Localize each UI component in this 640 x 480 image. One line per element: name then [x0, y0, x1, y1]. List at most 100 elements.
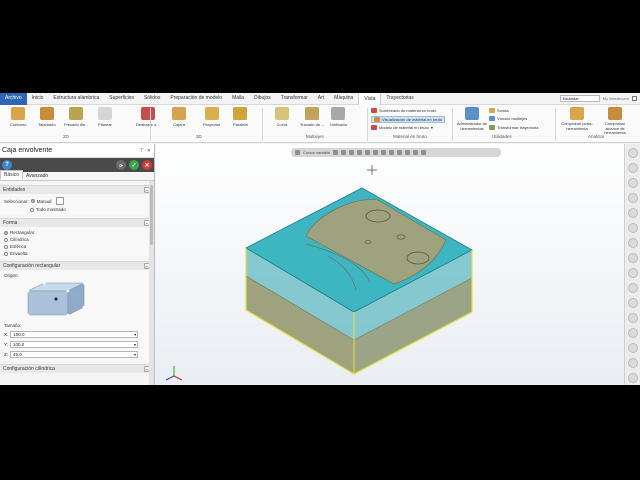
view-tool-icon[interactable]: [627, 208, 638, 218]
help-circle-icon[interactable]: ?: [2, 160, 12, 170]
menu-item-6[interactable]: Malla: [227, 93, 249, 105]
help-icon[interactable]: [632, 96, 637, 101]
ribbon-button-5[interactable]: Cajera: [172, 107, 186, 127]
multiaxis-link-item[interactable]: Vínculo multiejes: [489, 116, 527, 121]
shape-radio[interactable]: [4, 237, 8, 242]
menu-item-11[interactable]: Vista: [358, 93, 382, 105]
tab-avanzado[interactable]: Avanzado: [23, 172, 51, 180]
ribbon-button-label: Curva: [276, 122, 288, 127]
view-tool-icon[interactable]: [627, 223, 638, 233]
view-tool-icon[interactable]: [627, 163, 638, 173]
shape-radio[interactable]: [4, 230, 8, 235]
shape-option[interactable]: Envuelta: [4, 250, 150, 257]
ribbon-button-label: Cajera: [173, 122, 185, 127]
ribbon-separator: [452, 108, 453, 141]
probe-icon: [489, 108, 495, 113]
transform-toolpath-item[interactable]: Transformar trayectoria: [489, 125, 538, 130]
select-entities-icon[interactable]: [55, 197, 64, 205]
view-tool-icon[interactable]: [627, 253, 638, 263]
cancel-icon[interactable]: ✕: [142, 160, 152, 170]
ribbon-button-2[interactable]: Fresado din...: [64, 107, 88, 127]
pin-icon[interactable]: ⊤: [139, 148, 143, 154]
shape-option[interactable]: Cilíndrica: [4, 236, 150, 243]
stock-model-label: Modelo de material en bruto: [379, 125, 429, 130]
ribbon-button-10[interactable]: Unificada: [330, 107, 347, 127]
view-tool-icon[interactable]: [627, 268, 638, 278]
shape-radio[interactable]: [4, 251, 8, 256]
model-scene[interactable]: [156, 144, 624, 385]
origin-box-icon[interactable]: [24, 279, 88, 319]
stock-model-item[interactable]: Modelo de material en bruto ▾: [371, 125, 433, 130]
menu-item-12[interactable]: Trayectorias: [381, 93, 418, 105]
menu-item-10[interactable]: Máquina: [329, 93, 358, 105]
dropdown-arrow-icon[interactable]: ▾: [134, 352, 136, 358]
menubar-right: Estándar My Mastercam: [559, 95, 640, 102]
ribbon-button-1[interactable]: Taladrado: [38, 107, 56, 127]
menu-item-8[interactable]: Transformar: [276, 93, 313, 105]
view-tool-icon[interactable]: [627, 373, 638, 383]
config-combo[interactable]: Estándar: [559, 95, 600, 102]
view-tool-icon[interactable]: [627, 358, 638, 368]
menu-item-7[interactable]: Dibujos: [249, 93, 276, 105]
size-input[interactable]: 45.0 ▾: [10, 350, 138, 358]
tab-basico[interactable]: Básico: [0, 170, 24, 180]
menu-item-9[interactable]: Art: [313, 93, 329, 105]
all-shown-radio[interactable]: [30, 207, 34, 212]
refresh-icon[interactable]: ⟳: [116, 160, 126, 170]
ribbon-button-11[interactable]: Administrador de herramientas: [455, 107, 489, 131]
size-input[interactable]: 100.0 ▾: [10, 340, 139, 348]
dropdown-arrow-icon[interactable]: ▾: [134, 332, 136, 338]
manual-radio[interactable]: [30, 199, 35, 203]
scrollbar-thumb[interactable]: [150, 185, 153, 245]
stock-display-item[interactable]: Visualización de material en bruto: [371, 116, 445, 123]
ribbon-button-6[interactable]: Proyectar: [203, 107, 220, 127]
view-tool-icon[interactable]: [627, 298, 638, 308]
ribbon-button-9[interactable]: Trazado de ...: [300, 107, 325, 127]
origin-row: Origen:: [4, 272, 150, 279]
ok-icon[interactable]: ✓: [129, 160, 139, 170]
section-rect[interactable]: Configuración rectangular ︿: [0, 261, 154, 270]
menu-item-1[interactable]: Inicio: [27, 93, 49, 105]
size-row: Tamaño:: [4, 322, 150, 329]
view-tool-icon[interactable]: [627, 328, 638, 338]
menu-item-0[interactable]: Archivo: [0, 93, 27, 105]
shape-option[interactable]: Rectangular: [4, 229, 150, 236]
view-tool-icon[interactable]: [627, 283, 638, 293]
transform-toolpath-label: Transformar trayectoria: [497, 125, 539, 130]
ribbon-button-4[interactable]: Desbaste o...: [136, 107, 160, 127]
view-tool-icon[interactable]: [627, 148, 638, 158]
ribbon-button-3[interactable]: Planear: [98, 107, 112, 127]
stock-shading-item[interactable]: Sombreado de material en bruto: [371, 108, 436, 113]
panel-scrollbar[interactable]: [149, 181, 154, 385]
user-label[interactable]: My Mastercam: [603, 96, 629, 101]
view-tool-icon[interactable]: [627, 193, 638, 203]
section-entidades[interactable]: Entidades ︿: [0, 185, 154, 194]
size-input[interactable]: 100.0 ▾: [10, 330, 139, 338]
ribbon-button-icon: [39, 107, 54, 120]
graphics-viewport[interactable]: Cursor variable: [156, 144, 624, 385]
probe-item[interactable]: Sonda: [489, 108, 509, 113]
size-input-value: 45.0: [13, 351, 22, 357]
dropdown-arrow-icon[interactable]: ▾: [134, 342, 136, 348]
ribbon-button-13[interactable]: Comprobar alcance de herramienta: [598, 107, 632, 136]
view-tool-icon[interactable]: [627, 313, 638, 323]
view-tool-icon[interactable]: [627, 343, 638, 353]
menu-item-4[interactable]: Sólidos: [139, 93, 165, 105]
view-tool-icon[interactable]: [627, 238, 638, 248]
view-tool-icon[interactable]: [627, 178, 638, 188]
section-cyl[interactable]: Configuración cilíndrica ︿: [0, 364, 154, 373]
shape-radio[interactable]: [4, 244, 8, 249]
shape-option[interactable]: Esférica: [4, 243, 150, 250]
group-label-utilidades: Utilidades: [492, 134, 512, 139]
menu-item-2[interactable]: Estructura alámbrica: [48, 93, 104, 105]
ribbon-button-8[interactable]: Curva: [275, 107, 289, 127]
menu-item-3[interactable]: Superficies: [104, 93, 139, 105]
ribbon-button-0[interactable]: Contorno: [10, 107, 26, 127]
ribbon-button-label: Proyectar: [203, 122, 221, 127]
close-icon[interactable]: ✕: [147, 148, 151, 154]
menu-item-5[interactable]: Preparación de modelo: [165, 93, 227, 105]
ribbon-button-12[interactable]: Comprobar porta-herramienta: [560, 107, 594, 131]
section-forma[interactable]: Forma ︿: [0, 218, 154, 227]
size-field-row: Z: 45.0 ▾: [4, 349, 150, 359]
ribbon-button-7[interactable]: Paralela: [233, 107, 248, 127]
